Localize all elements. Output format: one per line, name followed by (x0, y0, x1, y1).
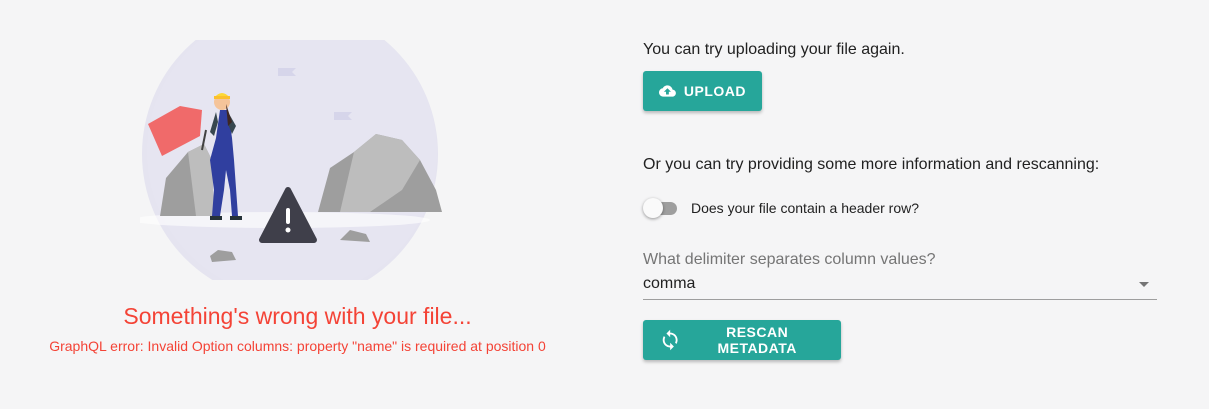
upload-button[interactable]: UPLOAD (643, 71, 762, 111)
recovery-panel: You can try uploading your file again. U… (643, 0, 1163, 409)
error-panel: Something's wrong with your file... Grap… (0, 0, 600, 409)
dropdown-arrow-icon (1139, 282, 1149, 287)
cloud-upload-icon (659, 85, 676, 97)
header-row-toggle-row: Does your file contain a header row? (643, 198, 919, 218)
error-title: Something's wrong with your file... (123, 303, 472, 329)
header-row-toggle[interactable] (643, 198, 679, 218)
error-detail: GraphQL error: Invalid Option columns: p… (49, 338, 546, 354)
error-illustration (140, 40, 442, 280)
header-row-toggle-label: Does your file contain a header row? (691, 200, 920, 216)
rescan-metadata-button[interactable]: RESCAN METADATA (643, 320, 841, 360)
upload-button-label: UPLOAD (683, 83, 746, 99)
delimiter-label: What delimiter separates column values? (643, 251, 936, 268)
refresh-icon (662, 329, 678, 351)
delimiter-value: comma (643, 275, 696, 292)
delimiter-select[interactable]: comma (643, 274, 1157, 300)
rescan-button-label: RESCAN METADATA (717, 324, 797, 356)
rescan-prompt: Or you can try providing some more infor… (643, 156, 1100, 173)
upload-prompt: You can try uploading your file again. (643, 41, 905, 58)
